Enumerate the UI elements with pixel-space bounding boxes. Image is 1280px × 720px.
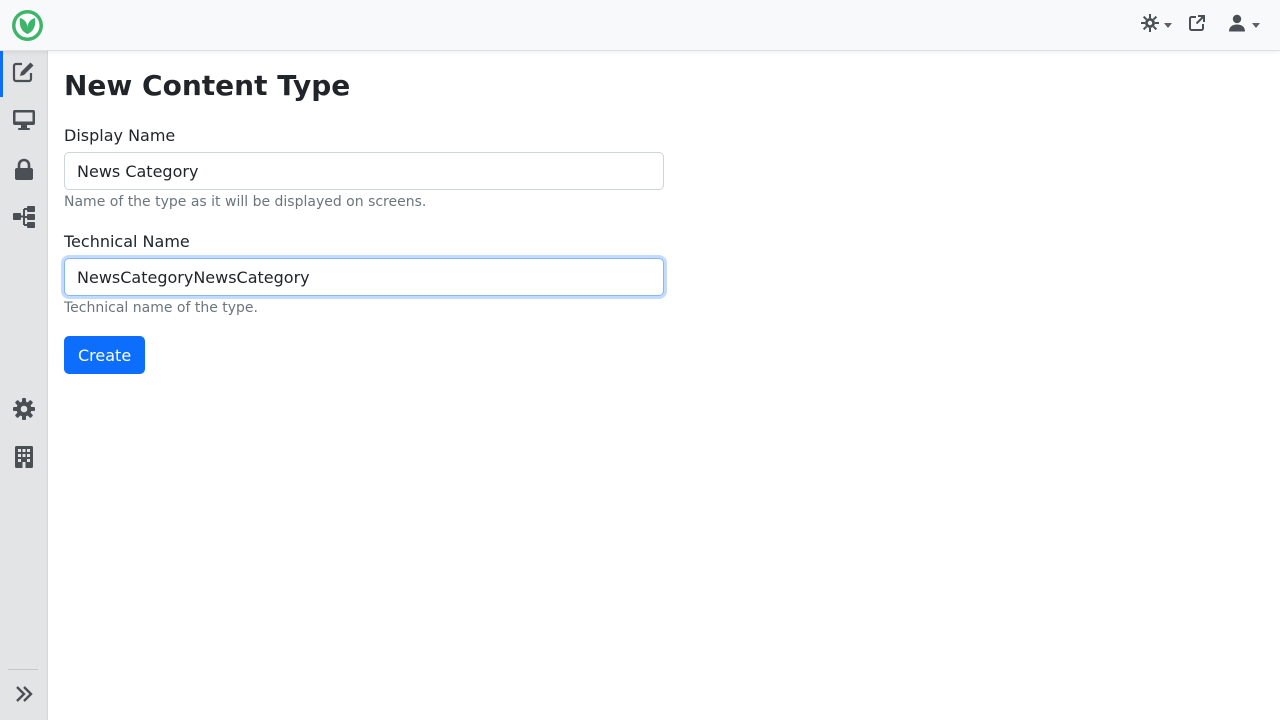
sidebar — [0, 51, 48, 720]
sidebar-item-tenants[interactable] — [0, 436, 48, 482]
sun-gear-icon — [1141, 14, 1159, 36]
page-title: New Content Type — [64, 69, 351, 102]
sidebar-divider — [8, 669, 38, 670]
edit-icon — [12, 61, 36, 87]
display-name-help: Name of the type as it will be displayed… — [64, 194, 427, 210]
sidebar-item-security[interactable] — [0, 148, 48, 194]
building-icon — [14, 445, 34, 473]
chevron-down-icon — [1164, 22, 1172, 28]
user-icon — [1229, 14, 1245, 36]
user-menu-button[interactable] — [1229, 14, 1260, 36]
display-name-field[interactable] — [64, 152, 664, 190]
chevrons-right-icon — [14, 685, 34, 707]
create-button[interactable]: Create — [64, 336, 146, 374]
display-name-label: Display Name — [64, 126, 176, 145]
sidebar-collapse-button[interactable] — [0, 673, 48, 719]
sidebar-item-structure[interactable] — [0, 196, 48, 242]
chevron-down-icon — [1252, 22, 1260, 28]
leaf-logo-icon[interactable] — [11, 9, 44, 42]
sitemap-icon — [12, 205, 36, 233]
gear-icon — [12, 397, 36, 425]
technical-name-help: Technical name of the type. — [64, 300, 258, 316]
open-site-button[interactable] — [1188, 14, 1206, 36]
external-link-icon — [1188, 14, 1206, 36]
lock-icon — [14, 158, 34, 184]
theme-toggle-button[interactable] — [1141, 14, 1172, 36]
technical-name-label: Technical Name — [64, 232, 190, 251]
technical-name-field[interactable] — [64, 258, 664, 296]
desktop-icon — [12, 109, 36, 135]
top-navbar — [0, 0, 1280, 51]
sidebar-item-design[interactable] — [0, 99, 48, 145]
sidebar-item-configuration[interactable] — [0, 388, 48, 434]
sidebar-item-content[interactable] — [0, 51, 48, 97]
